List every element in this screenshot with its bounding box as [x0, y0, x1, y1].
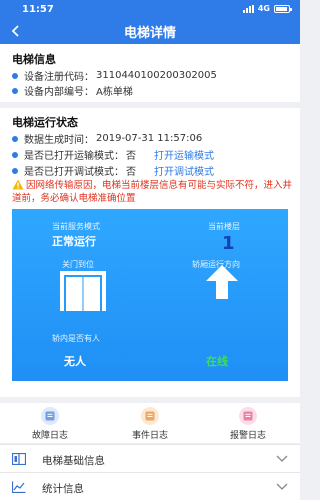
info-section-title: 电梯信息 — [12, 53, 56, 66]
registration-code-row: 设备注册代码： 3110440100200302005 — [12, 68, 217, 83]
event-log-icon — [141, 407, 159, 425]
internal-number-value: A栋单梯 — [96, 87, 133, 98]
alarm-log-icon — [239, 407, 257, 425]
event-log-button[interactable]: 事件日志 — [115, 407, 185, 441]
open-transport-mode-link[interactable]: 打开运输模式 — [154, 147, 214, 162]
statistics-icon — [12, 481, 26, 493]
page-title: 电梯详情 — [123, 26, 176, 41]
current-floor-label: 当前楼层 — [208, 222, 240, 231]
status-time: 11:57 — [22, 4, 54, 15]
status-bar: 11:57 4G — [0, 0, 300, 18]
log-shortcuts: 故障日志 事件日志 报警日志 — [0, 397, 300, 443]
transport-mode-value: 否 — [126, 151, 136, 162]
open-debug-mode-link[interactable]: 打开调试模式 — [154, 163, 214, 178]
registration-code-label: 设备注册代码： — [24, 72, 94, 83]
debug-mode-value: 否 — [126, 167, 136, 178]
chevron-down-icon — [276, 483, 288, 490]
internal-number-label: 设备内部编号： — [24, 87, 94, 98]
nav-bar: 电梯详情 — [0, 18, 300, 44]
bullet-icon — [12, 151, 18, 158]
fault-log-icon — [41, 407, 59, 425]
arrow-up-icon — [206, 265, 238, 299]
list-item-statistics[interactable]: 统计信息 — [0, 472, 300, 500]
elevator-info-label: 电梯基础信息 — [42, 455, 105, 467]
statistics-label: 统计信息 — [42, 483, 84, 495]
service-mode-value: 正常运行 — [52, 235, 96, 248]
debug-mode-label: 是否已打开调试模式： — [24, 167, 124, 178]
debug-mode-row: 是否已打开调试模式： 否 打开调试模式 — [12, 163, 214, 178]
occupancy-value: 无人 — [64, 355, 86, 368]
internal-number-row: 设备内部编号： A栋单梯 — [12, 83, 133, 98]
fault-log-label: 故障日志 — [31, 431, 68, 441]
generated-time-label: 数据生成时间： — [24, 135, 94, 146]
current-floor-value: 1 — [222, 233, 235, 254]
battery-icon — [274, 4, 292, 13]
warning-message: 因网络传输原因，电梯当前楼层信息有可能与实际不符，进入井道前，务必确认电梯准确位… — [12, 179, 294, 205]
elevator-status-panel: 当前服务模式 正常运行 当前楼层 1 关门到位 轿厢运行方向 轿内是否有人 无人… — [12, 209, 288, 381]
bullet-icon — [12, 72, 18, 79]
online-status: 在线 — [206, 355, 228, 368]
alarm-log-button[interactable]: 报警日志 — [213, 407, 283, 441]
generated-time-value: 2019-07-31 11:57:06 — [96, 133, 203, 144]
bullet-icon — [12, 167, 18, 174]
signal-icon — [242, 4, 254, 13]
status-indicators: 4G — [242, 4, 292, 13]
elevator-info-icon — [12, 453, 26, 465]
bullet-icon — [12, 135, 18, 142]
warning-icon — [12, 179, 24, 190]
chevron-down-icon — [276, 455, 288, 462]
event-log-label: 事件日志 — [131, 431, 168, 441]
elevator-status-card: 电梯运行状态 数据生成时间： 2019-07-31 11:57:06 是否已打开… — [0, 108, 300, 397]
list-item-elevator-info[interactable]: 电梯基础信息 — [0, 444, 300, 472]
door-closed-icon — [60, 271, 106, 311]
fault-log-button[interactable]: 故障日志 — [15, 407, 85, 441]
bullet-icon — [12, 87, 18, 94]
registration-code-value: 3110440100200302005 — [96, 70, 217, 81]
status-section-title: 电梯运行状态 — [12, 116, 78, 129]
service-mode-label: 当前服务模式 — [52, 222, 100, 231]
network-type: 4G — [257, 4, 270, 13]
alarm-log-label: 报警日志 — [229, 431, 266, 441]
transport-mode-label: 是否已打开运输模式： — [24, 151, 124, 162]
transport-mode-row: 是否已打开运输模式： 否 打开运输模式 — [12, 147, 214, 162]
generated-time-row: 数据生成时间： 2019-07-31 11:57:06 — [12, 131, 202, 146]
warning-text: 因网络传输原因，电梯当前楼层信息有可能与实际不符，进入井道前，务必确认电梯准确位… — [12, 180, 293, 204]
elevator-info-card: 电梯信息 设备注册代码： 3110440100200302005 设备内部编号：… — [0, 44, 300, 102]
occupancy-label: 轿内是否有人 — [52, 334, 100, 343]
door-status-label: 关门到位 — [62, 260, 94, 269]
